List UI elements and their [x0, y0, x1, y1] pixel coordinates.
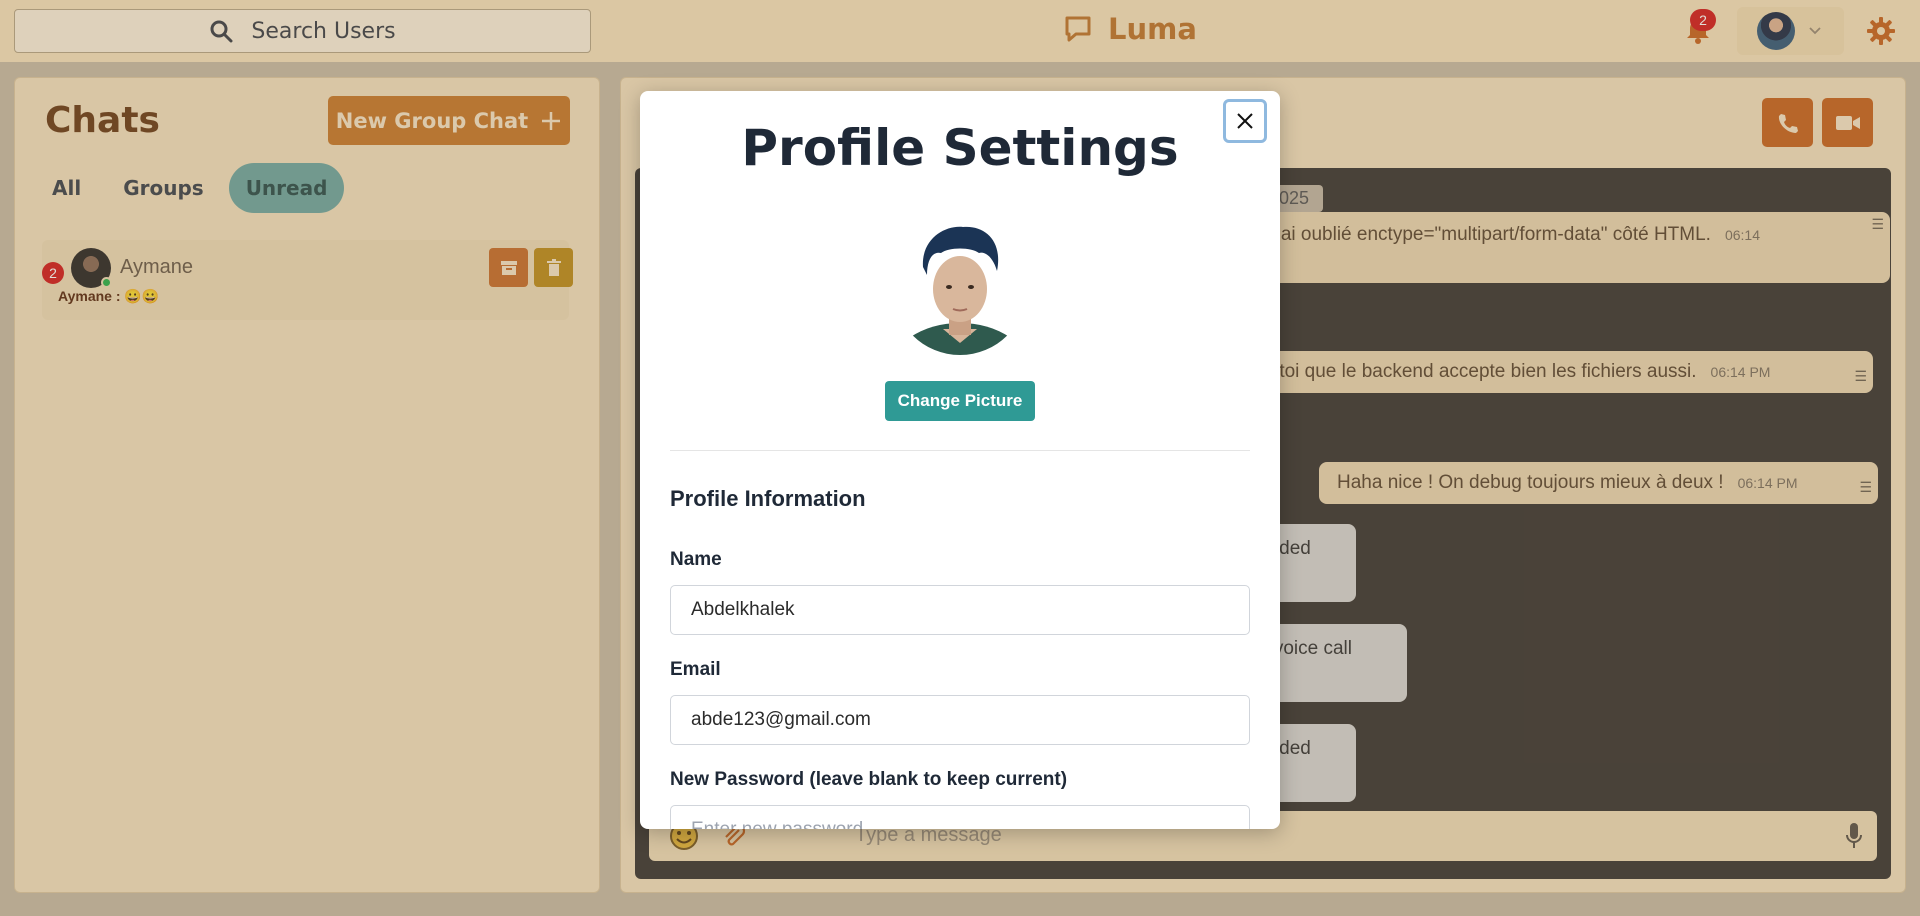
name-label: Name — [670, 549, 722, 570]
password-label: New Password (leave blank to keep curren… — [670, 769, 1068, 790]
modal-title: Profile Settings — [741, 119, 1179, 177]
email-label: Email — [670, 659, 721, 680]
profile-portrait — [894, 226, 1026, 355]
section-title: Profile Information — [670, 486, 866, 511]
password-field[interactable] — [670, 805, 1250, 829]
profile-picture — [893, 221, 1027, 355]
profile-settings-modal: Profile Settings Change Picture Profile … — [640, 91, 1280, 829]
divider — [670, 450, 1250, 451]
change-picture-button[interactable]: Change Picture — [885, 381, 1035, 421]
email-field[interactable] — [670, 695, 1250, 745]
name-field[interactable] — [670, 585, 1250, 635]
